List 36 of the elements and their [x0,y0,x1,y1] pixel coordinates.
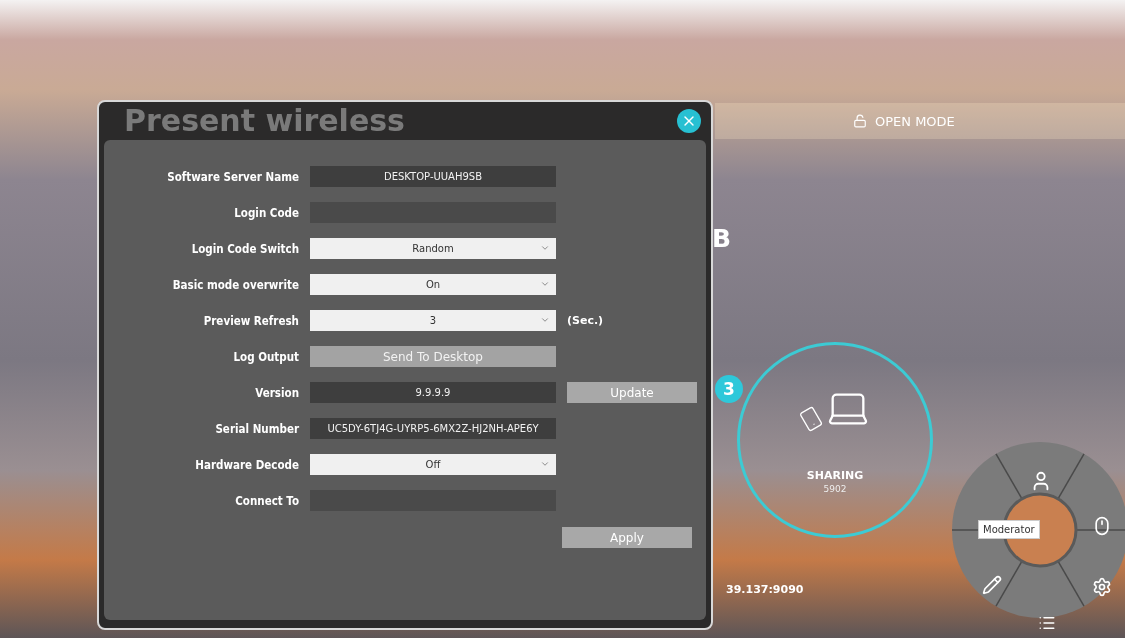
pencil-icon[interactable] [982,575,1002,595]
moderator-tooltip: Moderator [978,520,1040,539]
field-label: Version [254,385,299,400]
list-icon[interactable] [1038,614,1056,632]
sharing-label: SHARING [806,469,864,482]
mouse-icon[interactable] [1092,516,1112,536]
field-label: Log Output [232,349,299,364]
value-field: DESKTOP-UUAH9SB [310,166,556,187]
chevron-down-icon [540,243,550,253]
dropdown-field[interactable]: Random [310,238,556,259]
dropdown-field[interactable]: Off [310,454,556,475]
close-button[interactable] [677,109,701,133]
dropdown-field[interactable]: On [310,274,556,295]
field-label: Connect To [234,493,299,508]
chevron-down-icon [540,279,550,289]
chevron-down-icon [540,315,550,325]
field-label: Software Server Name [166,169,299,184]
unit-label: (Sec.) [567,314,604,327]
host-name-text: B [712,224,732,253]
unlocked-padlock-icon [853,114,867,128]
dropdown-field[interactable]: 3 [310,310,556,331]
sharing-code: 5902 [823,484,847,494]
address-text: 39.137:9090 [726,583,804,596]
field-label: Basic mode overwrite [171,277,299,292]
field-label: Login Code Switch [190,241,299,256]
chevron-down-icon [540,459,550,469]
field-label: Login Code [233,205,299,220]
value-field: 9.9.9.9 [310,382,556,403]
mode-label: OPEN MODE [875,113,955,129]
count-badge: 3 [715,375,743,403]
field-label: Hardware Decode [194,457,299,472]
settings-icon[interactable] [1092,577,1112,597]
field-label: Preview Refresh [202,313,299,328]
dialog-title: Present wireless [124,104,405,138]
value-field: UC5DY-6TJ4G-UYRP5-6MX2Z-HJ2NH-APE6Y [310,418,556,439]
field-label: Serial Number [214,421,299,436]
